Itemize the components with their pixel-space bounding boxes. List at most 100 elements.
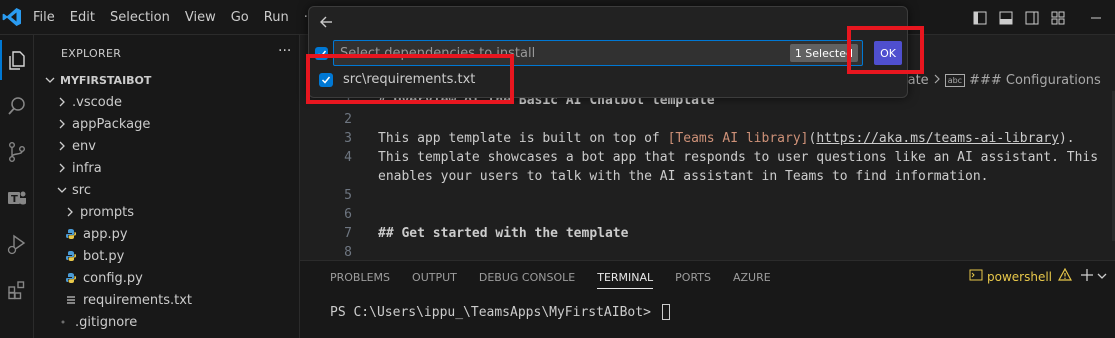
- python-file-icon: [64, 228, 78, 240]
- run-debug-icon[interactable]: [0, 224, 34, 264]
- tree-item-src[interactable]: src: [34, 179, 300, 201]
- menu-view[interactable]: View: [185, 10, 216, 25]
- tab-azure[interactable]: AZURE: [733, 271, 771, 289]
- python-file-icon: [64, 250, 78, 262]
- highlight-box-item: [306, 54, 514, 104]
- tree-item-label: .gitignore: [75, 314, 138, 330]
- chevron-right-icon: [933, 73, 941, 88]
- line-text-pre: This app template is built on top of: [378, 131, 668, 146]
- menu-selection[interactable]: Selection: [110, 10, 170, 25]
- chevron-right-icon: [56, 163, 68, 173]
- tree-item-label: .vscode: [72, 94, 122, 110]
- terminal-icon: [969, 268, 983, 285]
- tree-item-prompts[interactable]: prompts: [34, 201, 300, 223]
- tree-item-requirements[interactable]: requirements.txt: [34, 289, 300, 311]
- code-line: 2: [300, 110, 1115, 129]
- panel-actions: powershell: [969, 267, 1107, 285]
- tab-output[interactable]: OUTPUT: [412, 271, 457, 289]
- code-line: 6: [300, 205, 1115, 224]
- tree-item-label: requirements.txt: [83, 292, 193, 308]
- back-arrow-icon[interactable]: [315, 11, 337, 33]
- tree-item-label: config.py: [83, 270, 143, 286]
- chevron-down-icon[interactable]: [1097, 270, 1107, 284]
- tab-problems[interactable]: PROBLEMS: [330, 271, 390, 289]
- terminal-output[interactable]: PS C:\Users\ippu_\TeamsApps\MyFirstAIBot…: [330, 304, 670, 320]
- explorer-title: EXPLORER: [61, 47, 122, 60]
- customize-layout-icon[interactable]: [1045, 0, 1071, 35]
- explorer-more-actions[interactable]: ···: [278, 43, 291, 59]
- code-view[interactable]: 1 # Overview of the Basic AI Chatbot tem…: [300, 91, 1115, 262]
- explorer-activity-icon[interactable]: [0, 40, 34, 80]
- chevron-right-icon: [56, 97, 68, 107]
- code-line: enables your users to talk with the AI a…: [300, 167, 1115, 186]
- vscode-logo-icon[interactable]: [2, 7, 22, 27]
- tree-item-apppackage[interactable]: appPackage: [34, 113, 300, 135]
- tab-terminal[interactable]: TERMINAL: [597, 271, 654, 289]
- tree-item-gitignore[interactable]: .gitignore: [34, 311, 300, 333]
- line-number: 5: [344, 188, 352, 203]
- highlight-box-ok: [847, 26, 924, 74]
- tree-item-bot-py[interactable]: bot.py: [34, 245, 300, 267]
- new-terminal-icon[interactable]: [1080, 268, 1094, 285]
- tree-item-env[interactable]: env: [34, 135, 300, 157]
- python-file-icon: [64, 272, 78, 284]
- workspace-root-label: MYFIRSTAIBOT: [60, 73, 152, 87]
- search-icon[interactable]: [0, 86, 34, 126]
- extensions-icon[interactable]: [0, 270, 34, 310]
- code-line: 7 ## Get started with the template: [300, 224, 1115, 243]
- teams-toolkit-icon[interactable]: T: [0, 178, 34, 218]
- activity-bar: T: [0, 35, 34, 338]
- chevron-down-icon: [56, 185, 68, 195]
- terminal-shell-name[interactable]: powershell: [987, 270, 1052, 284]
- chevron-right-icon: [56, 119, 68, 129]
- tree-item-config-py[interactable]: config.py: [34, 267, 300, 289]
- line-number: 7: [344, 226, 352, 241]
- tree-item-label: app.py: [83, 226, 128, 242]
- explorer-sidebar: EXPLORER ··· MYFIRSTAIBOT .vscode appPac…: [34, 35, 300, 338]
- layout-controls: [967, 0, 1115, 35]
- tree-item-label: infra: [72, 160, 102, 176]
- tab-debug-console[interactable]: DEBUG CONSOLE: [479, 271, 575, 289]
- text-file-icon: [64, 294, 78, 306]
- code-line: 3 This app template is built on top of […: [300, 129, 1115, 148]
- line-number: 2: [344, 112, 352, 127]
- toggle-panel-icon[interactable]: [993, 0, 1019, 35]
- tree-item-infra[interactable]: infra: [34, 157, 300, 179]
- menu-file[interactable]: File: [33, 10, 55, 25]
- menu-go[interactable]: Go: [231, 10, 249, 25]
- bottom-panel: PROBLEMS OUTPUT DEBUG CONSOLE TERMINAL P…: [300, 260, 1115, 338]
- line-number: 3: [344, 131, 352, 146]
- tree-item-app-py[interactable]: app.py: [34, 223, 300, 245]
- breadcrumb: late abc ### Configurations: [904, 73, 1101, 88]
- line-text: enables your users to talk with the AI a…: [378, 169, 989, 184]
- line-number: 4: [344, 150, 352, 165]
- chevron-down-icon: [44, 75, 56, 85]
- toggle-primary-sidebar-icon[interactable]: [967, 0, 993, 35]
- panel-tabs: PROBLEMS OUTPUT DEBUG CONSOLE TERMINAL P…: [330, 271, 793, 289]
- svg-text:T: T: [11, 194, 18, 205]
- source-control-icon[interactable]: [0, 132, 34, 172]
- terminal-cursor: [661, 304, 670, 320]
- menu-bar: File Edit Selection View Go Run ···: [33, 0, 331, 35]
- chevron-right-icon: [64, 207, 76, 217]
- markdown-link-url[interactable]: https://aka.ms/teams-ai-library: [816, 131, 1059, 146]
- workspace-root[interactable]: MYFIRSTAIBOT: [34, 69, 300, 91]
- git-file-icon: [56, 316, 70, 328]
- file-tree: MYFIRSTAIBOT .vscode appPackage env infr…: [34, 69, 300, 333]
- tree-item-label: src: [72, 182, 91, 198]
- line-text-post: ).: [1058, 131, 1075, 146]
- tree-item-vscode[interactable]: .vscode: [34, 91, 300, 113]
- string-symbol-icon: abc: [944, 74, 966, 87]
- toggle-secondary-sidebar-icon[interactable]: [1019, 0, 1045, 35]
- tree-item-label: appPackage: [72, 116, 151, 132]
- minimize-icon[interactable]: [1077, 0, 1115, 35]
- breadcrumb-current[interactable]: ### Configurations: [969, 73, 1101, 88]
- warning-icon[interactable]: [1057, 267, 1073, 285]
- code-line: 5: [300, 186, 1115, 205]
- menu-edit[interactable]: Edit: [70, 10, 95, 25]
- code-line: 4 This template showcases a bot app that…: [300, 148, 1115, 167]
- line-text: ## Get started with the template: [378, 226, 629, 241]
- terminal-prompt: PS C:\Users\ippu_\TeamsApps\MyFirstAIBot…: [330, 304, 659, 320]
- menu-run[interactable]: Run: [264, 10, 289, 25]
- tab-ports[interactable]: PORTS: [675, 271, 711, 289]
